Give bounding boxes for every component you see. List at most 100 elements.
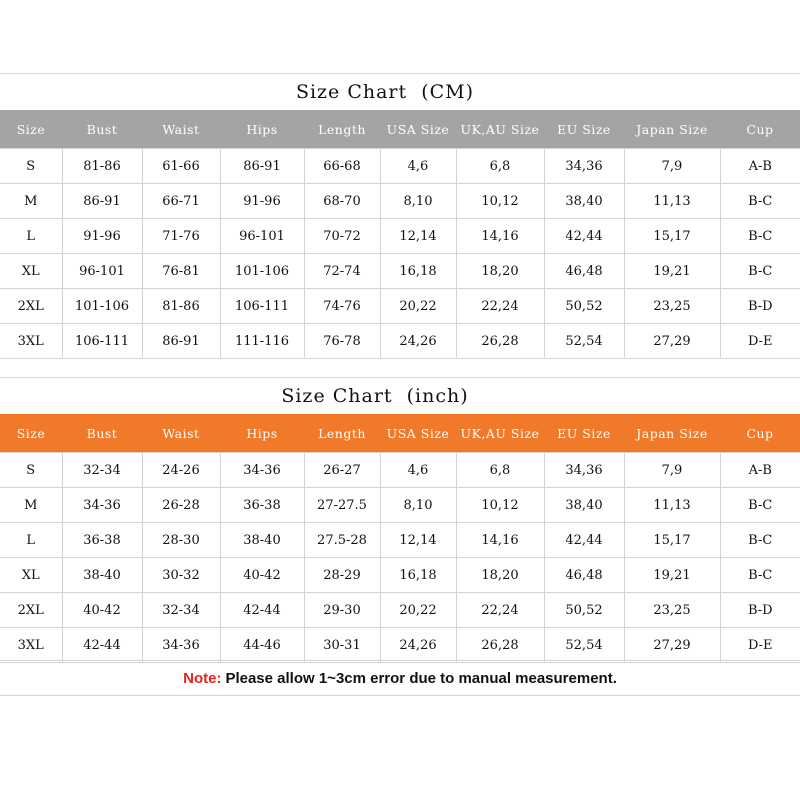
table-cell: 106-111 bbox=[219, 288, 305, 324]
column-header-size: Size bbox=[0, 414, 62, 453]
table-cell: 11,13 bbox=[623, 183, 721, 219]
table-cell: 42,44 bbox=[543, 522, 625, 558]
column-header-usa-size: USA Size bbox=[380, 414, 456, 453]
table-cell: 34,36 bbox=[543, 452, 625, 488]
table-cell: 34-36 bbox=[61, 487, 143, 523]
table-cell: 27,29 bbox=[623, 627, 721, 663]
table-row: S 81-86 61-66 86-91 66-68 4,6 6,8 34,36 7,9 A-B bbox=[0, 148, 800, 184]
column-header-usa-size: USA Size bbox=[380, 110, 456, 149]
table-row: XL 96-101 76-81 101-106 72-74 16,18 18,20 46,48… bbox=[0, 253, 800, 289]
column-header-eu-size: EU Size bbox=[544, 414, 624, 453]
table-cell: 86-91 bbox=[141, 323, 221, 359]
column-header-eu-size: EU Size bbox=[544, 110, 624, 149]
table-cell: B-D bbox=[719, 592, 800, 628]
table-cell: 32-34 bbox=[141, 592, 221, 628]
table-cell: 27.5-28 bbox=[303, 522, 381, 558]
table-cell: 86-91 bbox=[219, 148, 305, 184]
table-header-row: Size Bust Waist Hips Length USA Size UK,AU Siz… bbox=[0, 414, 800, 453]
table-cell: 66-71 bbox=[141, 183, 221, 219]
table-cell: B-C bbox=[719, 218, 800, 254]
table-cell: 28-30 bbox=[141, 522, 221, 558]
table-cell: B-C bbox=[719, 557, 800, 593]
table-cell: 7,9 bbox=[623, 148, 721, 184]
table-cell: 10,12 bbox=[455, 183, 545, 219]
table-cell: 38-40 bbox=[219, 522, 305, 558]
table-cell: 70-72 bbox=[303, 218, 381, 254]
table-cell: 22,24 bbox=[455, 592, 545, 628]
table-cell: 27-27.5 bbox=[303, 487, 381, 523]
table-cell: 19,21 bbox=[623, 557, 721, 593]
table-cell: 42-44 bbox=[219, 592, 305, 628]
column-header-waist: Waist bbox=[142, 110, 220, 149]
table-row: 2XL 101-106 81-86 106-111 74-76 20,22 22,24 50,… bbox=[0, 288, 800, 324]
table-cell: 38-40 bbox=[61, 557, 143, 593]
table-cell: 71-76 bbox=[141, 218, 221, 254]
size-chart-inch-title: Size Chart (inch) bbox=[281, 385, 469, 407]
table-cell: 34-36 bbox=[219, 452, 305, 488]
table-cell: 44-46 bbox=[219, 627, 305, 663]
size-table-cm: Size Bust Waist Hips Length USA Size UK,AU Siz… bbox=[0, 110, 800, 359]
measurement-note: Note: Please allow 1~3cm error due to ma… bbox=[0, 660, 800, 696]
table-cell: 24,26 bbox=[379, 323, 457, 359]
table-cell: S bbox=[0, 452, 63, 488]
table-cell: 16,18 bbox=[379, 253, 457, 289]
table-cell: 36-38 bbox=[61, 522, 143, 558]
table-cell: 24,26 bbox=[379, 627, 457, 663]
table-cell: L bbox=[0, 522, 63, 558]
table-cell: 111-116 bbox=[219, 323, 305, 359]
column-header-bust: Bust bbox=[62, 110, 142, 149]
table-cell: 29-30 bbox=[303, 592, 381, 628]
table-cell: 40-42 bbox=[219, 557, 305, 593]
column-header-cup: Cup bbox=[720, 110, 800, 149]
table-cell: 26-27 bbox=[303, 452, 381, 488]
table-cell: 3XL bbox=[0, 627, 63, 663]
size-chart-inch-title-row: Size Chart (inch) bbox=[0, 377, 800, 414]
table-cell: 81-86 bbox=[141, 288, 221, 324]
table-cell: D-E bbox=[719, 627, 800, 663]
table-cell: 15,17 bbox=[623, 522, 721, 558]
table-cell: 30-32 bbox=[141, 557, 221, 593]
table-cell: A-B bbox=[719, 452, 800, 488]
table-row: S 32-34 24-26 34-36 26-27 4,6 6,8 34,36 7,9 A-B bbox=[0, 452, 800, 488]
table-cell: 20,22 bbox=[379, 592, 457, 628]
table-row: 2XL 40-42 32-34 42-44 29-30 20,22 22,24 50,52 23… bbox=[0, 592, 800, 628]
table-cell: 2XL bbox=[0, 288, 63, 324]
table-cell: B-D bbox=[719, 288, 800, 324]
table-cell: 23,25 bbox=[623, 592, 721, 628]
table-cell: 50,52 bbox=[543, 592, 625, 628]
table-cell: B-C bbox=[719, 487, 800, 523]
column-header-uk-au-size: UK,AU Size bbox=[456, 414, 544, 453]
column-header-size: Size bbox=[0, 110, 62, 149]
table-header-row: Size Bust Waist Hips Length USA Size UK,AU Siz… bbox=[0, 110, 800, 149]
table-cell: XL bbox=[0, 557, 63, 593]
table-cell: 16,18 bbox=[379, 557, 457, 593]
table-cell: 26,28 bbox=[455, 627, 545, 663]
table-cell: 18,20 bbox=[455, 557, 545, 593]
table-cell: 91-96 bbox=[219, 183, 305, 219]
table-cell: 38,40 bbox=[543, 487, 625, 523]
table-cell: 28-29 bbox=[303, 557, 381, 593]
table-cell: 101-106 bbox=[219, 253, 305, 289]
table-cell: 32-34 bbox=[61, 452, 143, 488]
table-cell: 86-91 bbox=[61, 183, 143, 219]
table-cell: XL bbox=[0, 253, 63, 289]
table-cell: 26,28 bbox=[455, 323, 545, 359]
table-cell: 10,12 bbox=[455, 487, 545, 523]
table-cell: 34,36 bbox=[543, 148, 625, 184]
table-cell: 96-101 bbox=[61, 253, 143, 289]
table-cell: B-C bbox=[719, 253, 800, 289]
table-cell: 36-38 bbox=[219, 487, 305, 523]
table-cell: 81-86 bbox=[61, 148, 143, 184]
table-cell: 11,13 bbox=[623, 487, 721, 523]
table-row: M 86-91 66-71 91-96 68-70 8,10 10,12 38,40 11,13… bbox=[0, 183, 800, 219]
table-cell: L bbox=[0, 218, 63, 254]
table-cell: 101-106 bbox=[61, 288, 143, 324]
table-cell: 12,14 bbox=[379, 218, 457, 254]
column-header-waist: Waist bbox=[142, 414, 220, 453]
table-cell: 38,40 bbox=[543, 183, 625, 219]
table-cell: 72-74 bbox=[303, 253, 381, 289]
table-cell: 7,9 bbox=[623, 452, 721, 488]
column-header-japan-size: Japan Size bbox=[624, 110, 720, 149]
table-row: 3XL 42-44 34-36 44-46 30-31 24,26 26,28 52,54 27… bbox=[0, 627, 800, 663]
size-table-inch: Size Bust Waist Hips Length USA Size UK,AU Siz… bbox=[0, 414, 800, 663]
